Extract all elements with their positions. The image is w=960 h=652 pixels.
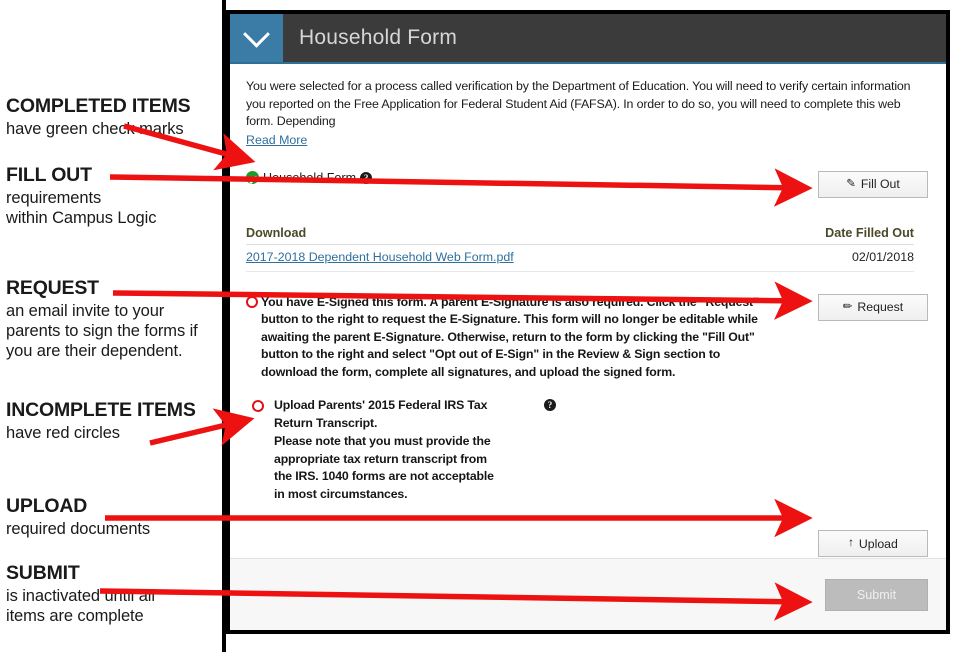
upload-item: Upload Parents' 2015 Federal IRS Tax Ret… [246, 397, 928, 504]
annotation-body: is inactivated until all items are compl… [6, 586, 155, 625]
download-file-link[interactable]: 2017-2018 Dependent Household Web Form.p… [246, 250, 514, 264]
question-mark-icon[interactable]: ? [544, 399, 556, 412]
intro-paragraph: You were selected for a process called v… [246, 79, 911, 129]
esign-item: You have E-Signed this form. A parent E-… [246, 294, 768, 381]
annotation-title: FILL OUT [6, 164, 92, 186]
request-button[interactable]: ✏ Request [818, 293, 928, 321]
annotation-title: UPLOAD [6, 495, 88, 517]
question-mark-icon[interactable]: ? [360, 171, 373, 184]
pencil-square-icon: ✎ [846, 177, 856, 190]
arrow-up-icon: ↑ [848, 536, 854, 549]
annotation-body: requirements within Campus Logic [6, 188, 157, 227]
annotation-body: an email invite to your parents to sign … [6, 301, 198, 361]
esign-item-text: You have E-Signed this form. A parent E-… [261, 294, 759, 379]
red-circle-icon [246, 295, 258, 308]
annotation-fill-out: FILL OUT requirements within Campus Logi… [6, 164, 220, 228]
upload-item-text: Upload Parents' 2015 Federal IRS Tax Ret… [274, 398, 494, 502]
completed-item: Household Form ? [246, 171, 768, 185]
green-check-icon [246, 171, 259, 185]
requirement-row-upload: Upload Parents' 2015 Federal IRS Tax Ret… [246, 397, 928, 558]
annotation-body: have green check marks [6, 119, 184, 138]
annotation-title: COMPLETED ITEMS [6, 95, 191, 117]
download-table-wrapper: Download Date Filled Out 2017-2018 Depen… [246, 225, 928, 272]
download-file-cell: 2017-2018 Dependent Household Web Form.p… [246, 244, 748, 272]
panel-body: You were selected for a process called v… [230, 64, 946, 558]
annotation-request: REQUEST an email invite to your parents … [6, 277, 220, 361]
fill-out-button-label: Fill Out [860, 177, 900, 192]
annotation-completed-items: COMPLETED ITEMS have green check marks [6, 95, 220, 139]
annotation-title: INCOMPLETE ITEMS [6, 399, 196, 421]
collapse-toggle-button[interactable] [230, 14, 283, 62]
request-button-label: Request [857, 300, 904, 315]
fill-out-button[interactable]: ✎ Fill Out [818, 170, 928, 198]
frame-divider [222, 0, 226, 652]
requirement-row-esign: You have E-Signed this form. A parent E-… [246, 293, 928, 381]
annotation-body: have red circles [6, 423, 120, 442]
page-title: Household Form [299, 26, 458, 49]
requirement-row-household-form: Household Form ? ✎ Fill Out [246, 170, 928, 198]
completed-item-label: Household Form [263, 170, 357, 185]
red-circle-icon [252, 400, 264, 413]
column-header-date-filled-out: Date Filled Out [747, 225, 914, 245]
panel-footer: Submit [230, 558, 946, 630]
annotation-upload: UPLOAD required documents [6, 495, 220, 539]
read-more-link[interactable]: Read More [246, 133, 307, 147]
annotation-submit: SUBMIT is inactivated until all items ar… [6, 562, 220, 626]
annotation-title: REQUEST [6, 277, 99, 299]
annotation-column: COMPLETED ITEMS have green check marks F… [0, 0, 222, 652]
pencil-icon: ✏ [842, 300, 853, 313]
table-row: 2017-2018 Dependent Household Web Form.p… [246, 244, 914, 272]
household-form-panel: Household Form You were selected for a p… [226, 10, 950, 634]
annotation-body: required documents [6, 519, 151, 538]
annotation-title: SUBMIT [6, 562, 80, 584]
column-header-download: Download [246, 225, 748, 245]
chevron-down-icon [243, 20, 270, 48]
panel-header: Household Form [230, 14, 946, 62]
table-header-row: Download Date Filled Out [246, 225, 914, 245]
upload-button-label: Upload [858, 536, 898, 551]
annotation-incomplete-items: INCOMPLETE ITEMS have red circles [6, 399, 220, 443]
download-table: Download Date Filled Out 2017-2018 Depen… [246, 225, 914, 272]
submit-button[interactable]: Submit [825, 578, 928, 611]
upload-button[interactable]: ↑ Upload [818, 530, 928, 558]
date-filled-out-cell: 02/01/2018 [747, 244, 914, 272]
